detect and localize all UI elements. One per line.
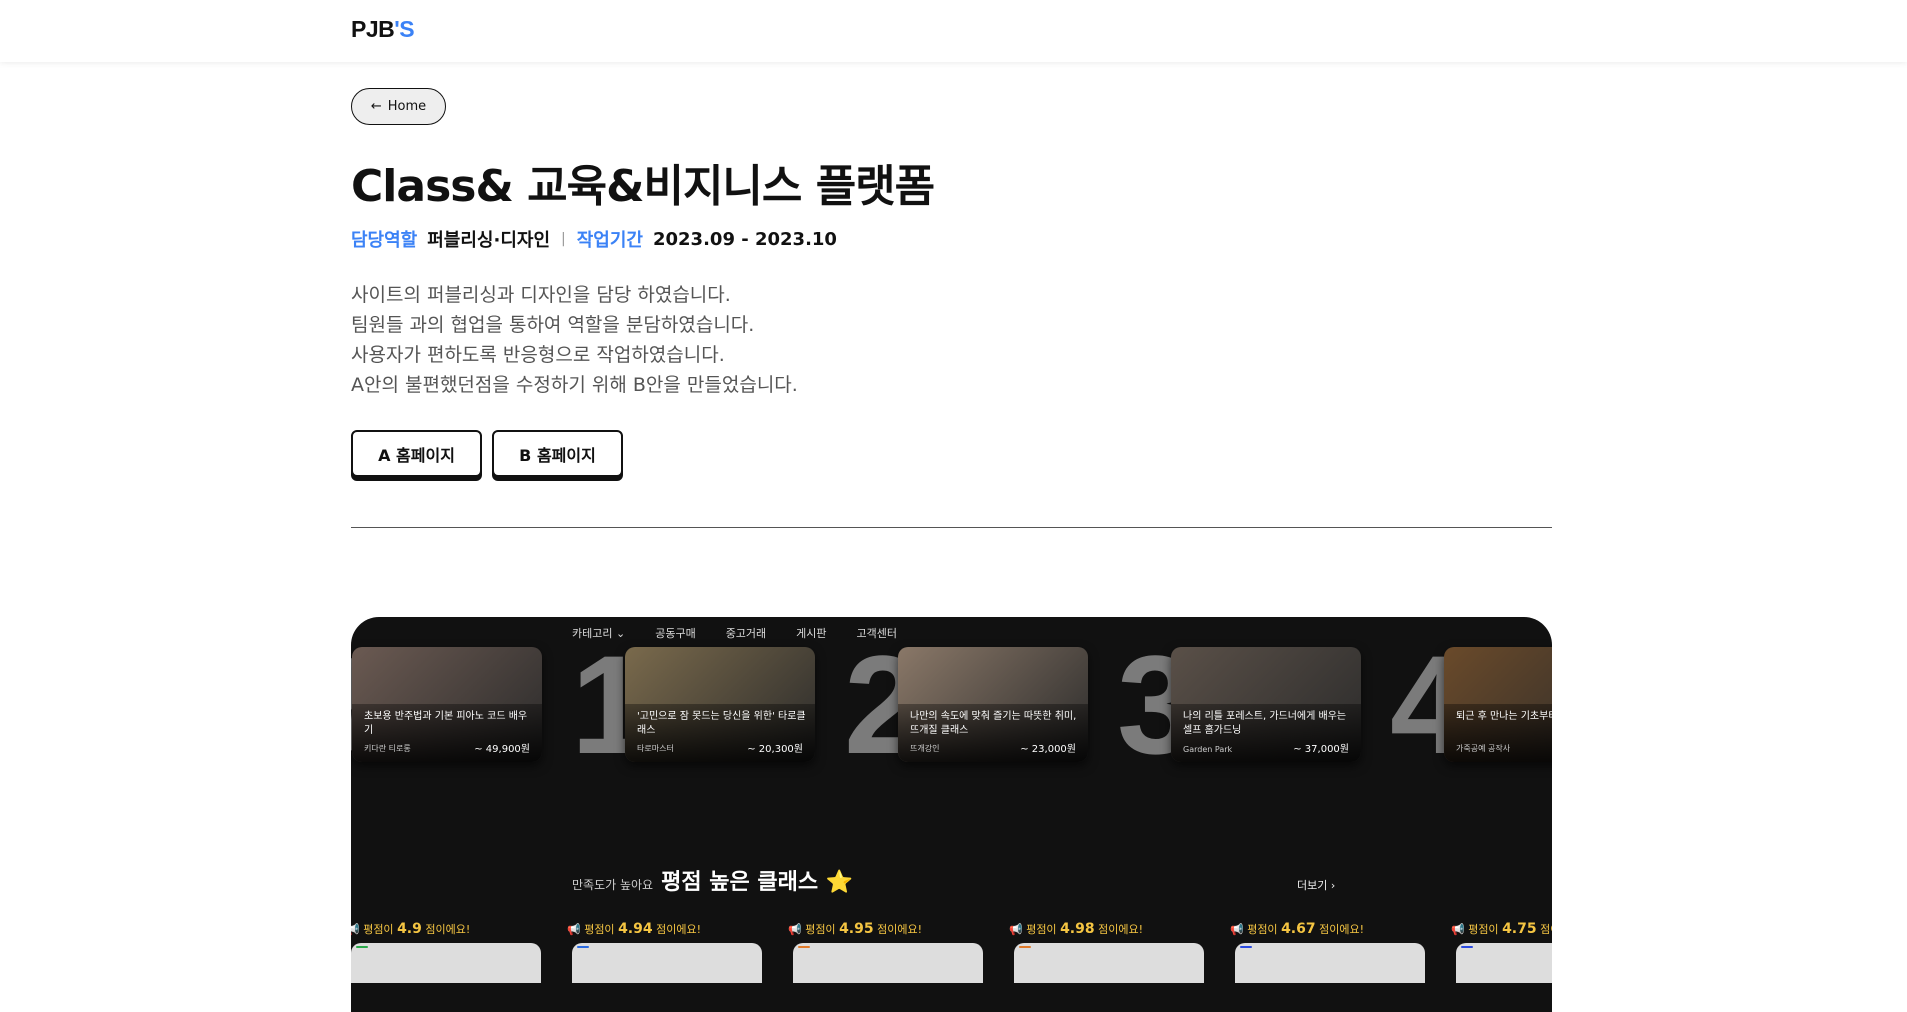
period-label: 작업기간: [576, 230, 643, 251]
section-title: 평점 높은 클래스 ⭐: [661, 870, 854, 895]
rating-label: 📢 평점이 4.67 점이에요!: [1230, 921, 1364, 937]
class-seller: 뜨개강인: [910, 744, 940, 753]
b-homepage-button[interactable]: B 홈페이지: [492, 430, 623, 477]
description-line: A안의 불편했던점을 수정하기 위해 B안을 만들었습니다.: [351, 374, 798, 396]
class-card: 초보용 반주법과 기본 피아노 코드 배우기키다란 티로롱 ~ 49,900원: [352, 647, 542, 762]
logo-accent: 'S: [394, 16, 415, 42]
class-card: '고민으로 잠 못드는 당신을 위한' 타로클래스타로마스터 ~ 20,300원: [625, 647, 815, 762]
home-button[interactable]: ← Home: [351, 88, 446, 125]
rated-class-card: [1014, 943, 1204, 983]
class-tag: [1240, 946, 1252, 948]
rating-label: 📢 평점이 4.98 점이에요!: [1009, 921, 1143, 937]
rated-class-card: [793, 943, 983, 983]
preview-nav-item: 게시판: [796, 627, 827, 640]
rated-class-card: [351, 943, 541, 983]
class-tag: [798, 946, 810, 948]
role-label: 담당역할: [351, 230, 418, 251]
class-tag: [1461, 946, 1473, 948]
rating-label: 📢 평점이 4.9 점이에요!: [351, 921, 471, 937]
rating-label: 📢 평점이 4.75 점이에요!: [1451, 921, 1552, 937]
top-navigation-bar: PJB'S: [0, 0, 1907, 62]
project-meta: 담당역할 퍼블리싱·디자인 | 작업기간 2023.09 - 2023.10: [351, 226, 837, 252]
logo-main: PJB: [351, 16, 395, 42]
rated-class-card: [1456, 943, 1552, 983]
class-seller: 가죽공예 공작사: [1456, 744, 1511, 753]
class-card: 나만의 속도에 맞춰 즐기는 따뜻한 취미, 뜨개질 클래스뜨개강인 ~ 23,0…: [898, 647, 1088, 762]
period-value: 2023.09 - 2023.10: [652, 228, 837, 250]
project-description: 사이트의 퍼블리싱과 디자인을 담당 하였습니다. 팀원들 과의 협업을 통하여…: [351, 280, 798, 400]
class-seller: Garden Park: [1183, 745, 1233, 754]
description-line: 사용자가 편하도록 반응형으로 작업하였습니다.: [351, 344, 725, 366]
class-tag: [356, 946, 368, 948]
project-title: Class& 교육&비지니스 플랫폼: [351, 161, 935, 212]
class-title: 퇴근 후 만나는 기초부터 완성: [1456, 711, 1552, 722]
section-divider: [351, 527, 1552, 528]
role-value: 퍼블리싱·디자인: [427, 230, 551, 251]
preview-nav-item: 중고거래: [725, 627, 767, 640]
class-price: ~ 37,000원: [1293, 744, 1349, 755]
class-card: 나의 리틀 포레스트, 가드너에게 배우는 셀프 홈가드닝 Garden Park…: [1171, 647, 1361, 762]
rating-label: 📢 평점이 4.94 점이에요!: [567, 921, 701, 937]
site-link-buttons: A 홈페이지 B 홈페이지: [351, 430, 623, 477]
class-title: '고민으로 잠 못드는 당신을 위한' 타로클래스: [637, 711, 806, 736]
ranking-card: 3 나의 리틀 포레스트, 가드너에게 배우는 셀프 홈가드닝 Garden Par…: [1117, 635, 1399, 775]
website-preview-image: 카테고리 ⌄ 공동구매 중고거래 게시판 고객센터 9초보용 반주법과 기본 피…: [351, 617, 1552, 1012]
rated-class-card: [1235, 943, 1425, 983]
ranking-card: 2 나만의 속도에 맞춰 즐기는 따뜻한 취미, 뜨개질 클래스 뜨개강인 ~ 23,…: [844, 635, 1126, 775]
meta-separator: |: [561, 231, 566, 247]
class-title: 나만의 속도에 맞춰 즐기는 따뜻한 취미, 뜨개질 클래스: [910, 711, 1077, 736]
ranking-card: 9초보용 반주법과 기본 피아노 코드 배우기키다란 티로롱~ 49,900원: [351, 635, 580, 775]
rated-class-card: [572, 943, 762, 983]
class-seller: 타로마스터: [637, 744, 674, 753]
home-button-label: Home: [387, 99, 427, 114]
class-card: 퇴근 후 만나는 기초부터 완성가죽공예 공작사: [1444, 647, 1552, 762]
class-tag: [577, 946, 589, 948]
class-price: ~ 20,300원: [747, 744, 803, 755]
class-tag: [1019, 946, 1031, 948]
class-price: ~ 23,000원: [1020, 744, 1076, 755]
arrow-left-icon: ←: [370, 99, 382, 114]
ranking-card: 4퇴근 후 만나는 기초부터 완성가죽공예 공작사: [1390, 635, 1552, 775]
class-title: 나의 리틀 포레스트, 가드너에게 배우는 셀프 홈가드닝: [1183, 711, 1347, 736]
preview-nav-item: 공동구매: [655, 627, 696, 640]
description-line: 팀원들 과의 협업을 통하여 역할을 분담하였습니다.: [351, 314, 755, 336]
ranking-card: 1 '고민으로 잠 못드는 당신을 위한' 타로클래스 타로마스터 ~ 20,300원: [571, 635, 853, 775]
site-logo[interactable]: PJB'S: [351, 16, 415, 43]
class-seller: 키다란 티로롱: [364, 744, 411, 753]
more-link: 더보기 ›: [1297, 879, 1336, 892]
class-title: 초보용 반주법과 기본 피아노 코드 배우기: [364, 711, 528, 736]
a-homepage-button[interactable]: A 홈페이지: [351, 430, 482, 477]
class-price: ~ 49,900원: [474, 744, 530, 755]
description-line: 사이트의 퍼블리싱과 디자인을 담당 하였습니다.: [351, 284, 731, 306]
rating-label: 📢 평점이 4.95 점이에요!: [788, 921, 922, 937]
section-subtitle: 만족도가 높아요: [572, 878, 654, 892]
rating-section-heading: 만족도가 높아요 평점 높은 클래스 ⭐: [572, 864, 853, 896]
